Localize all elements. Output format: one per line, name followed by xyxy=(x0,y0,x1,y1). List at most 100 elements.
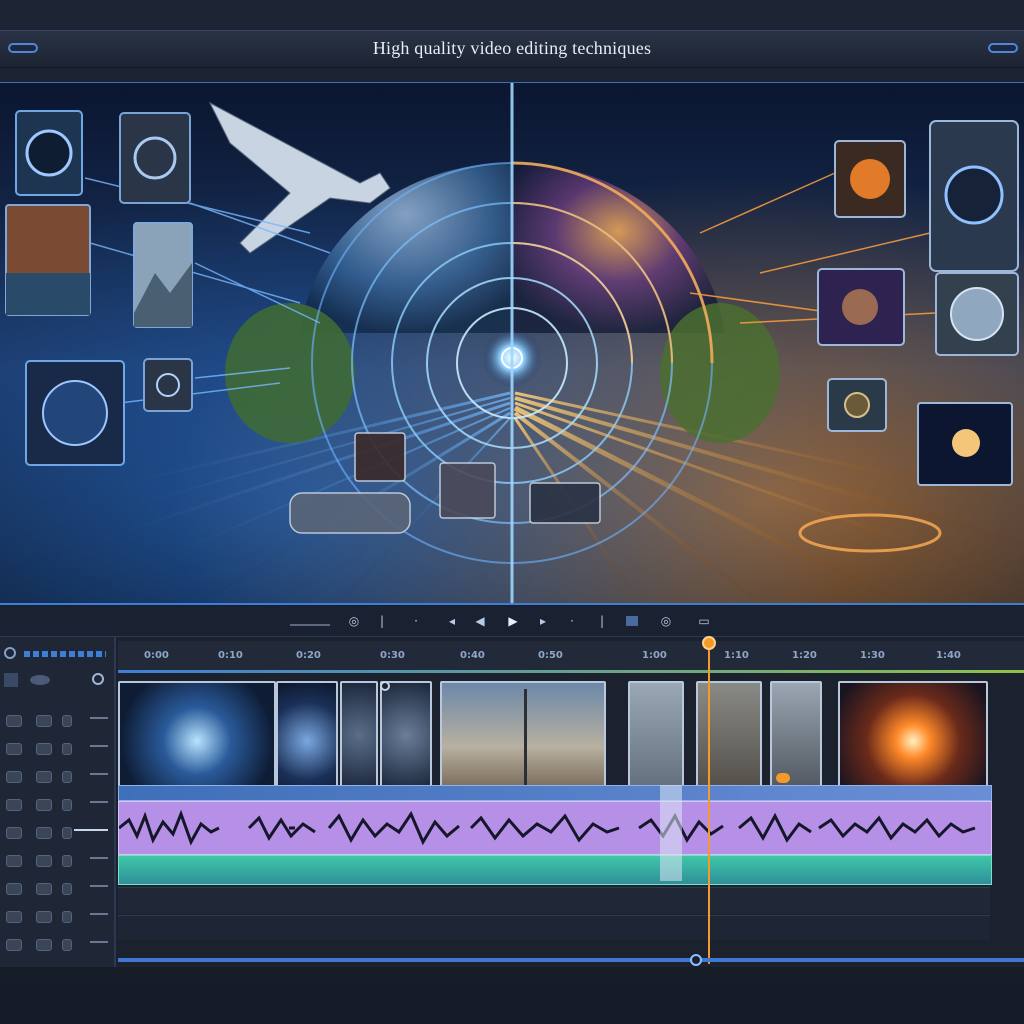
track-slider[interactable] xyxy=(90,885,108,887)
track-row-5[interactable] xyxy=(4,823,110,845)
mute-icon[interactable] xyxy=(6,911,22,923)
track-slider[interactable] xyxy=(90,745,108,747)
track-row-7[interactable] xyxy=(4,879,110,901)
solo-icon[interactable] xyxy=(36,715,52,727)
mute-icon[interactable] xyxy=(6,939,22,951)
track-slider[interactable] xyxy=(90,801,108,803)
track-slider[interactable] xyxy=(90,857,108,859)
preview-viewer[interactable] xyxy=(0,82,1024,605)
mute-icon[interactable] xyxy=(6,855,22,867)
track-row-2[interactable] xyxy=(4,739,110,761)
ruler-label: 0:10 xyxy=(218,650,243,661)
play-back-icon[interactable]: ◀ xyxy=(470,614,490,628)
time-ruler[interactable]: 0:00 0:10 0:20 0:30 0:40 0:50 1:00 1:10 … xyxy=(118,641,1024,673)
video-clip-motorbike-2[interactable] xyxy=(770,681,822,801)
track-row-6[interactable] xyxy=(4,851,110,873)
track-row-9[interactable] xyxy=(4,935,110,957)
window-control-button[interactable] xyxy=(988,43,1018,53)
loop-icon[interactable]: ◎ xyxy=(658,614,674,628)
track-slider[interactable] xyxy=(90,717,108,719)
audio-transition[interactable] xyxy=(660,785,682,881)
video-clip-vortex-small[interactable] xyxy=(340,681,378,801)
audio-lane-purple[interactable] xyxy=(118,801,992,855)
video-clip-eye[interactable] xyxy=(276,681,338,801)
thumb-gear[interactable] xyxy=(827,378,887,432)
thumb-mountains[interactable] xyxy=(133,222,193,328)
transition-marker[interactable] xyxy=(776,773,790,783)
playhead-handle[interactable] xyxy=(702,636,716,650)
track-slider[interactable] xyxy=(90,773,108,775)
video-clip-space-burst[interactable] xyxy=(118,681,276,801)
rewind-icon[interactable]: ◂ xyxy=(442,614,462,628)
solo-icon[interactable] xyxy=(36,883,52,895)
track-row-4[interactable] xyxy=(4,795,110,817)
tree-right xyxy=(660,303,780,443)
track-slider[interactable] xyxy=(74,829,108,831)
solo-icon[interactable] xyxy=(36,827,52,839)
mute-icon[interactable] xyxy=(6,799,22,811)
solo-icon[interactable] xyxy=(36,799,52,811)
solo-icon[interactable] xyxy=(36,855,52,867)
thumb-eye-iris[interactable] xyxy=(15,110,83,196)
solo-icon[interactable] xyxy=(36,939,52,951)
timeline-scrollbar[interactable] xyxy=(118,958,1024,962)
lock-icon[interactable] xyxy=(62,799,72,811)
play-icon[interactable]: ▶ xyxy=(503,614,523,628)
settings-icon[interactable] xyxy=(4,647,16,659)
step-forward-icon[interactable]: ▸ xyxy=(533,614,553,628)
track-row-1[interactable] xyxy=(4,711,110,733)
track-row-3[interactable] xyxy=(4,767,110,789)
thumb-moon[interactable] xyxy=(917,402,1013,486)
track-slider[interactable] xyxy=(90,941,108,943)
eye-icon[interactable] xyxy=(30,675,50,685)
thumb-orange-portal[interactable] xyxy=(834,140,906,218)
mute-icon[interactable] xyxy=(6,771,22,783)
mute-icon[interactable] xyxy=(6,883,22,895)
playhead-line[interactable] xyxy=(708,636,710,964)
marker-icon[interactable]: ◎ xyxy=(346,614,362,628)
snap-icon[interactable] xyxy=(626,616,638,626)
thumb-small-vortex[interactable] xyxy=(143,358,193,412)
video-clip-robot[interactable] xyxy=(628,681,684,801)
video-clip-orange-vortex[interactable] xyxy=(838,681,988,801)
thumb-clock[interactable] xyxy=(935,272,1019,356)
audio-lane-blue[interactable] xyxy=(118,785,992,801)
lock-icon[interactable] xyxy=(62,855,72,867)
lock-icon[interactable] xyxy=(62,715,72,727)
fullscreen-icon[interactable]: ▭ xyxy=(694,614,714,628)
mute-icon[interactable] xyxy=(6,743,22,755)
thumb-sunset-ice[interactable] xyxy=(5,204,91,316)
orange-ring xyxy=(798,513,942,553)
track-slider[interactable] xyxy=(90,913,108,915)
record-icon[interactable] xyxy=(92,673,104,685)
video-clip-vortex[interactable] xyxy=(380,681,432,801)
thumb-vortex[interactable] xyxy=(119,112,191,204)
mute-icon[interactable] xyxy=(6,715,22,727)
audio-lane-teal[interactable] xyxy=(118,855,992,885)
lock-icon[interactable] xyxy=(62,771,72,783)
lock-icon[interactable] xyxy=(62,883,72,895)
clip-keyframe-marker[interactable] xyxy=(380,681,390,691)
thumb-blue-orb[interactable] xyxy=(25,360,125,466)
solo-icon[interactable] xyxy=(36,911,52,923)
mute-icon[interactable] xyxy=(6,827,22,839)
lock-icon[interactable] xyxy=(62,939,72,951)
lock-icon[interactable] xyxy=(62,911,72,923)
video-clip-motorbike-1[interactable] xyxy=(696,681,762,801)
video-clip-cyclist-desert[interactable] xyxy=(440,681,606,801)
solo-icon[interactable] xyxy=(36,771,52,783)
solo-icon[interactable] xyxy=(36,743,52,755)
timeline-panel: 0:00 0:10 0:20 0:30 0:40 0:50 1:00 1:10 … xyxy=(0,636,1024,967)
out-point-icon[interactable]: · xyxy=(566,614,578,628)
track-row-8[interactable] xyxy=(4,907,110,929)
jog-slider[interactable] xyxy=(290,620,330,626)
track-tool-icon[interactable] xyxy=(4,673,18,687)
empty-track-1[interactable] xyxy=(118,887,990,914)
thumb-nebula[interactable] xyxy=(817,268,905,346)
scrollbar-handle[interactable] xyxy=(690,954,702,966)
lock-icon[interactable] xyxy=(62,743,72,755)
lock-icon[interactable] xyxy=(62,827,72,839)
empty-track-2[interactable] xyxy=(118,915,990,940)
in-point-icon[interactable]: · xyxy=(410,614,422,628)
thumb-lens[interactable] xyxy=(929,120,1019,272)
